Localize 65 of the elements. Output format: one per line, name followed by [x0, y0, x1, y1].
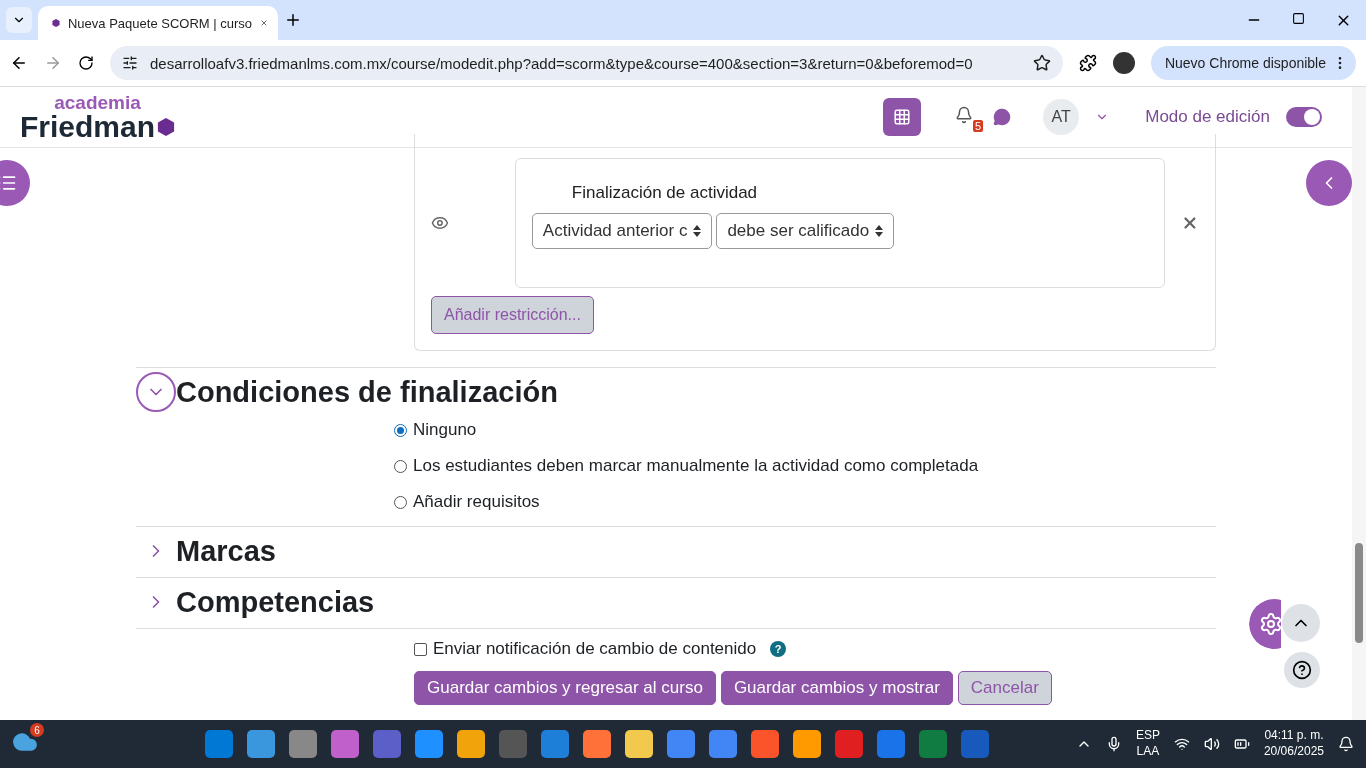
restriction-title: Finalización de actividad	[571, 183, 759, 203]
clock-time[interactable]: 04:11 p. m.	[1264, 728, 1324, 744]
radio-button[interactable]	[394, 423, 407, 437]
help-button[interactable]	[1284, 652, 1320, 688]
section-heading[interactable]: Competencias	[176, 585, 375, 619]
extensions-icon[interactable]	[1078, 54, 1097, 72]
expand-button[interactable]	[136, 372, 176, 412]
menu-icon	[0, 173, 17, 193]
checkbox-label[interactable]: Enviar notificación de cambio de contenido	[433, 639, 757, 659]
help-icon	[1292, 660, 1312, 680]
help-icon[interactable]: ?	[770, 641, 787, 657]
settings-button[interactable]	[1249, 599, 1281, 649]
bell-icon[interactable]	[955, 106, 974, 124]
add-restriction-button[interactable]: Añadir restricción...	[431, 296, 594, 334]
battery-icon[interactable]	[1233, 736, 1250, 752]
notifications-icon[interactable]	[1338, 736, 1354, 752]
browser-tab[interactable]: Nueva Paquete SCORM | curso	[38, 6, 278, 40]
weather-badge: 6	[30, 723, 44, 737]
language-text[interactable]: LAA	[1136, 744, 1160, 760]
edit-mode-toggle[interactable]	[1286, 107, 1322, 127]
section-heading[interactable]: Condiciones de finalización	[176, 375, 558, 409]
logo-text: academia	[54, 92, 141, 112]
new-tab-icon[interactable]	[284, 11, 302, 29]
radio-label[interactable]: Ninguno	[413, 420, 477, 440]
hexagon-icon	[52, 16, 60, 30]
logo-text: Friedman	[20, 111, 156, 142]
volume-icon[interactable]	[1203, 736, 1220, 752]
reload-icon[interactable]	[78, 55, 94, 71]
checkbox[interactable]	[414, 642, 427, 656]
radio-button[interactable]	[394, 495, 407, 509]
save-button[interactable]: Guardar cambios y regresar al curso	[414, 671, 716, 705]
section-heading[interactable]: Marcas	[176, 534, 276, 568]
update-button[interactable]: Nuevo Chrome disponible	[1150, 46, 1356, 80]
profile-avatar[interactable]	[1112, 52, 1135, 74]
clock-date[interactable]: 20/06/2025	[1263, 744, 1324, 760]
sort-arrows-icon	[875, 225, 884, 237]
wifi-icon[interactable]	[1173, 736, 1190, 752]
scrollbar[interactable]	[1352, 87, 1366, 720]
notification-count: 5	[973, 120, 984, 132]
sort-arrows-icon	[693, 225, 702, 237]
tab-search-button[interactable]	[6, 7, 32, 33]
language-text[interactable]: ESP	[1135, 728, 1160, 744]
hexagon-icon	[157, 117, 176, 136]
back-icon[interactable]	[10, 54, 28, 72]
gear-icon	[1259, 612, 1281, 636]
restore-icon[interactable]	[1292, 11, 1305, 25]
site-settings-icon[interactable]	[122, 55, 138, 71]
radio-button[interactable]	[394, 459, 407, 473]
radio-label[interactable]: Los estudiantes deben marcar manualmente la actividad como completada	[413, 456, 979, 476]
user-avatar[interactable]: AT	[1043, 99, 1080, 135]
condition-select[interactable]: debe ser calificado	[716, 213, 895, 249]
logo[interactable]: academia Friedman	[20, 92, 176, 142]
bookmark-star-icon[interactable]	[1032, 54, 1051, 72]
radio-label[interactable]: Añadir requisitos	[413, 492, 540, 512]
grid-icon	[893, 108, 912, 126]
save-button[interactable]: Guardar cambios y mostrar	[720, 671, 953, 705]
cancel-button[interactable]: Cancelar	[957, 671, 1052, 705]
condition-select[interactable]: Actividad anterior c	[531, 213, 713, 249]
eye-icon[interactable]	[431, 214, 449, 232]
edit-mode-label: Modo de edición	[1145, 107, 1270, 127]
forward-icon[interactable]	[44, 54, 62, 72]
apps-grid-button[interactable]	[883, 98, 922, 136]
address-bar[interactable]: desarrolloafv3.friedmanlms.com.mx/course/modedit.php?add=scorm&type&course=400&section=3&return=0&beforemod=0	[110, 46, 1063, 80]
drawer-toggle-button[interactable]	[1306, 160, 1352, 206]
chat-icon[interactable]	[993, 108, 1012, 126]
